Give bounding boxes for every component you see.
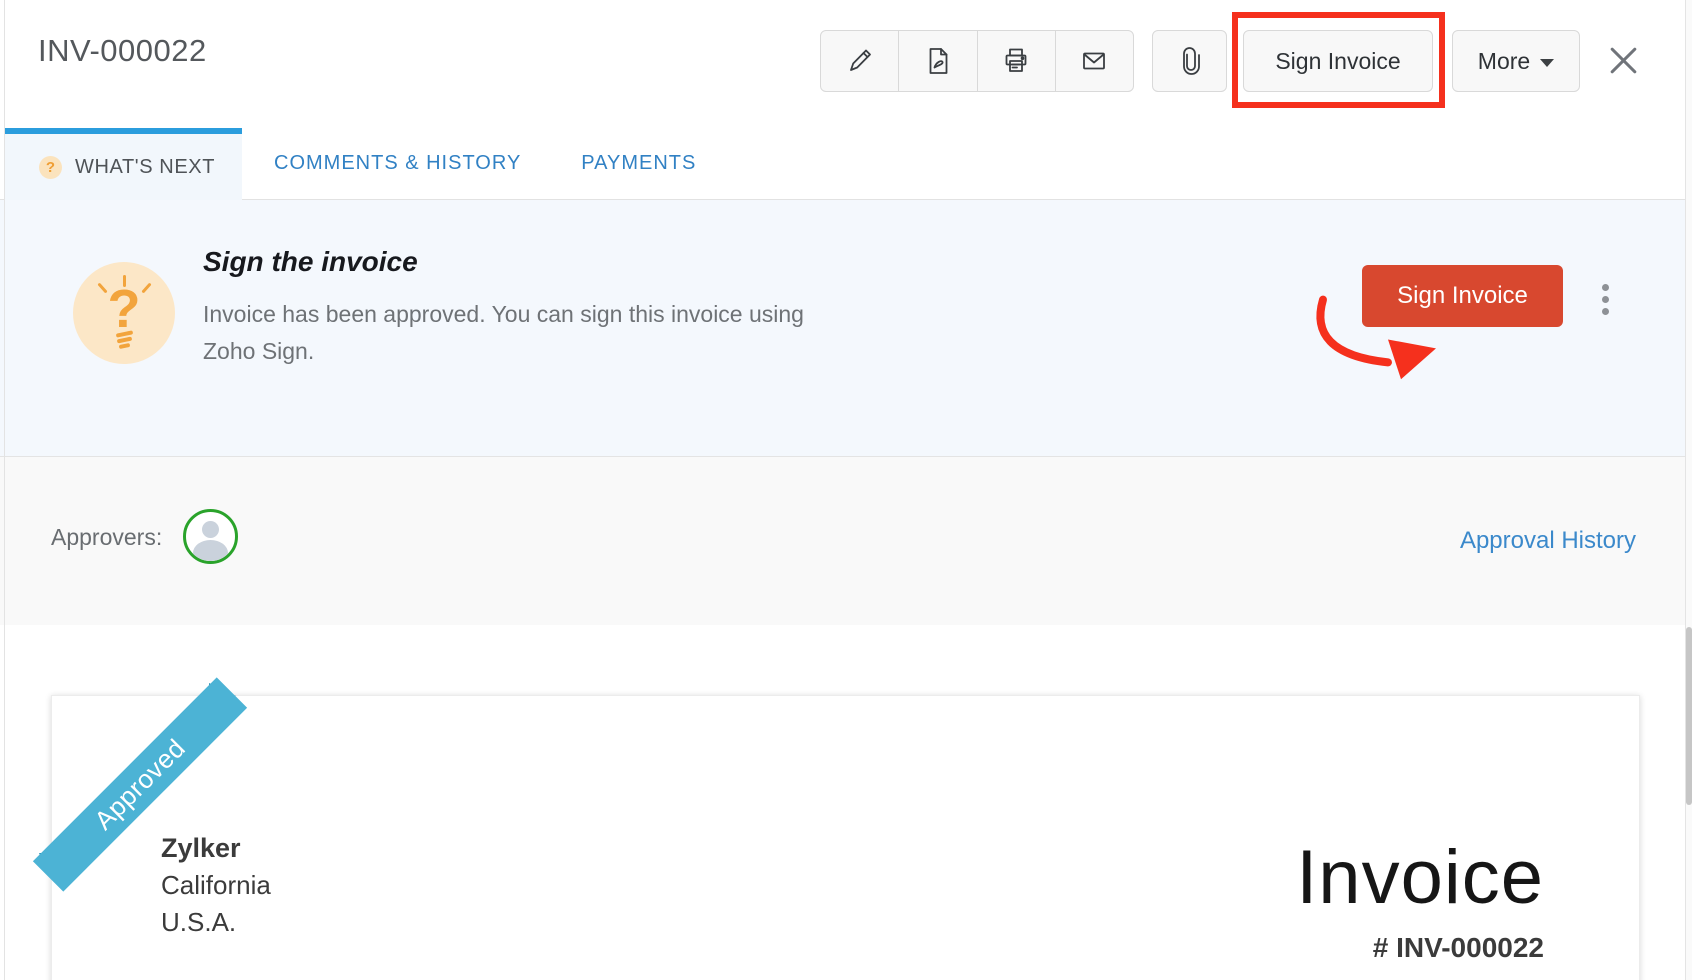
page-left-border	[4, 0, 5, 980]
invoice-document-number: # INV-000022	[1296, 932, 1544, 964]
print-button[interactable]	[978, 31, 1056, 91]
company-name: Zylker	[161, 830, 271, 867]
overflow-menu-icon[interactable]	[1600, 282, 1611, 317]
avatar-person-icon	[202, 521, 219, 538]
approvers-label: Approvers:	[51, 524, 162, 551]
company-state: California	[161, 867, 271, 904]
export-pdf-button[interactable]	[899, 31, 977, 91]
tab-payments[interactable]: PAYMENTS	[581, 152, 696, 175]
approver-avatar	[183, 509, 238, 564]
sign-invoice-primary-button[interactable]: Sign Invoice	[1362, 265, 1563, 327]
pencil-icon	[844, 45, 876, 77]
invoice-title-block: Invoice # INV-000022	[1296, 836, 1544, 964]
approval-history-link[interactable]: Approval History	[1460, 527, 1636, 555]
sign-invoice-primary-label: Sign Invoice	[1397, 282, 1528, 310]
vertical-scrollbar-thumb[interactable]	[1686, 627, 1692, 805]
approvers-section: Approvers: Approval History	[0, 457, 1686, 625]
lightbulb-tip-icon: ?	[73, 262, 175, 364]
header: INV-000022	[0, 0, 1692, 128]
company-country: U.S.A.	[161, 904, 271, 941]
panel-heading: Sign the invoice	[203, 246, 418, 278]
more-button-label: More	[1478, 48, 1530, 75]
toolbar-icon-group	[820, 30, 1134, 92]
email-button[interactable]	[1056, 31, 1133, 91]
tab-bar: ? WHAT'S NEXT COMMENTS & HISTORY PAYMENT…	[0, 128, 1686, 200]
tab-comments-history[interactable]: COMMENTS & HISTORY	[274, 152, 521, 175]
panel-description: Invoice has been approved. You can sign …	[203, 296, 804, 370]
sign-invoice-toolbar-label: Sign Invoice	[1275, 48, 1400, 75]
printer-icon	[1000, 45, 1032, 77]
edit-button[interactable]	[821, 31, 899, 91]
invoice-paper: Approved Zylker California U.S.A. Invoic…	[51, 695, 1640, 980]
company-address-block: Zylker California U.S.A.	[161, 830, 271, 941]
chevron-down-icon	[1540, 59, 1554, 67]
invoice-detail-page: INV-000022	[0, 0, 1692, 980]
more-button[interactable]: More	[1452, 30, 1580, 92]
envelope-icon	[1078, 45, 1110, 77]
tab-whats-next[interactable]: ? WHAT'S NEXT	[5, 128, 242, 200]
help-question-icon: ?	[39, 156, 62, 179]
invoice-document-title: Invoice	[1296, 836, 1544, 920]
vertical-scrollbar-track	[1685, 0, 1692, 980]
paperclip-icon	[1175, 45, 1205, 77]
pdf-file-icon	[922, 45, 954, 77]
whats-next-panel: ? Sign the invoice Invoice has been appr…	[0, 200, 1686, 457]
tab-whats-next-label: WHAT'S NEXT	[75, 156, 215, 179]
close-icon[interactable]	[1606, 43, 1641, 78]
attachments-button[interactable]	[1152, 30, 1227, 92]
page-title: INV-000022	[38, 33, 207, 69]
sign-invoice-toolbar-button[interactable]: Sign Invoice	[1243, 30, 1433, 92]
document-preview-area: Approved Zylker California U.S.A. Invoic…	[0, 625, 1686, 980]
